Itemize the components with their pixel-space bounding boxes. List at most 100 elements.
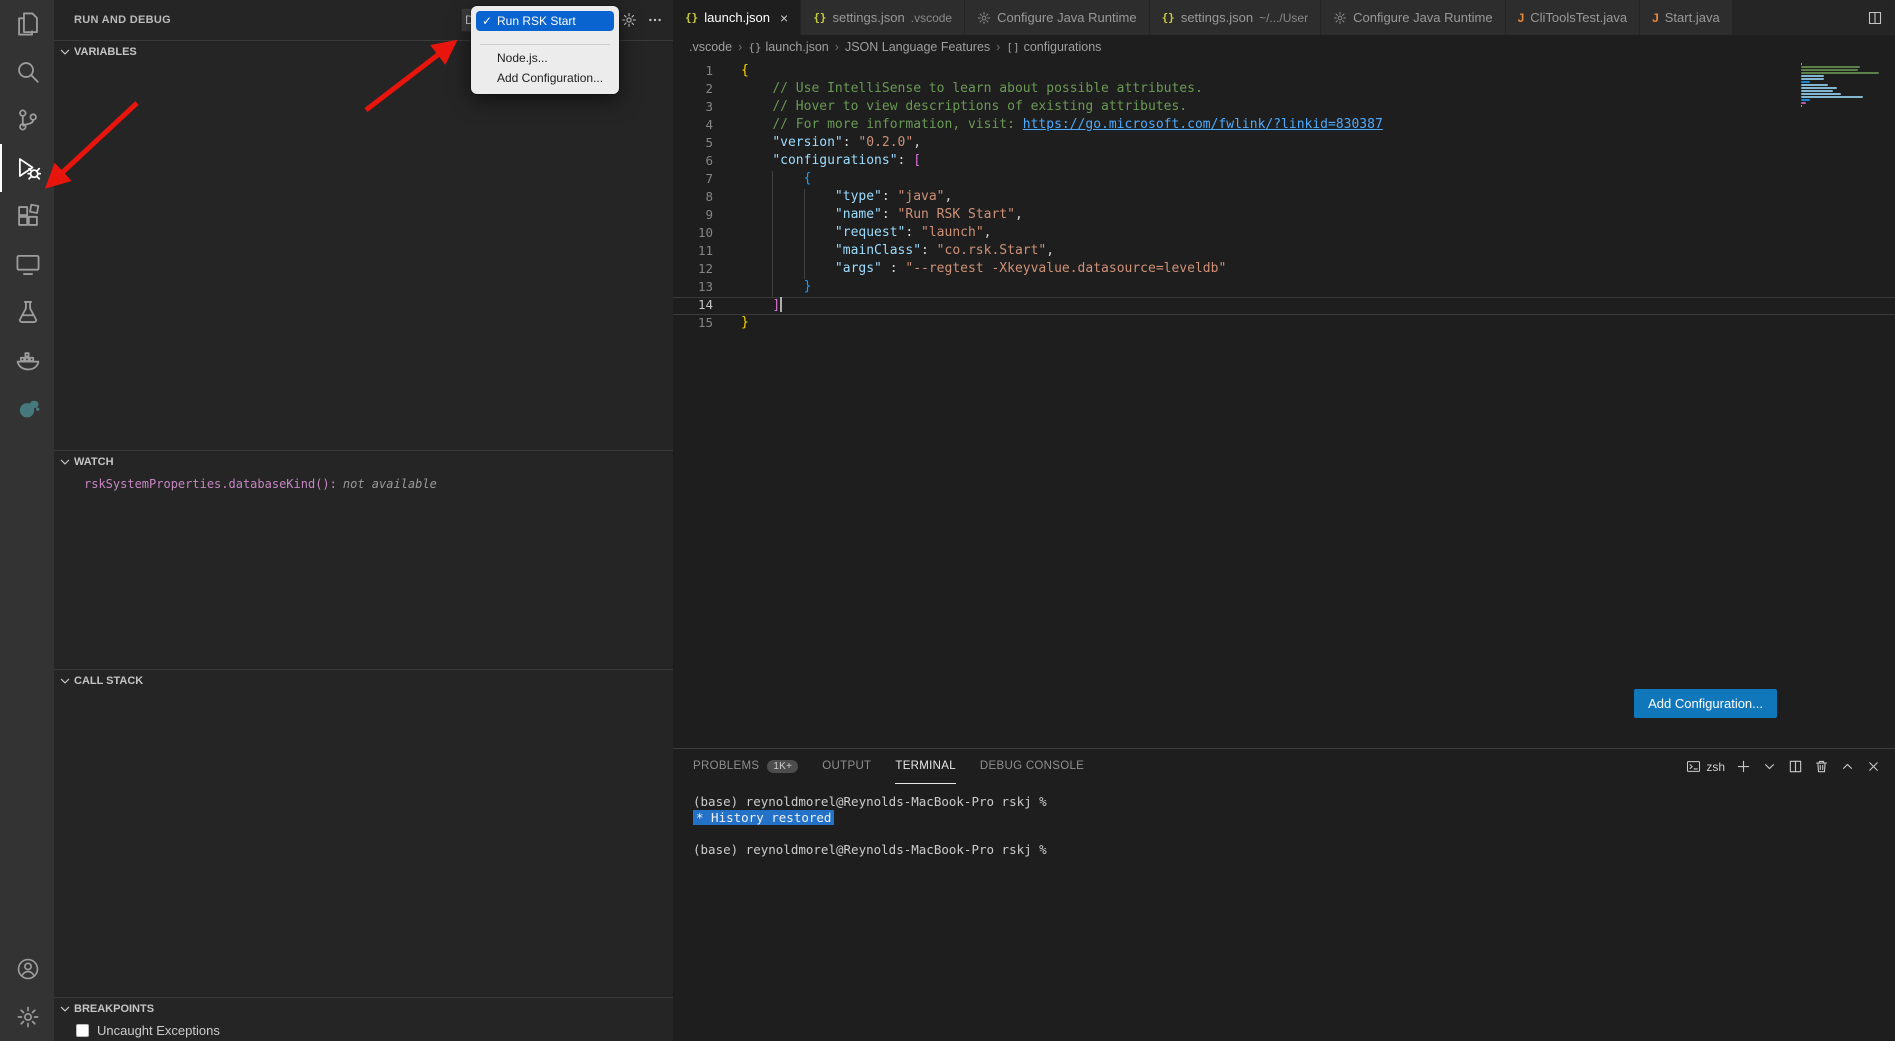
code-line[interactable]: 5 "version": "0.2.0", — [673, 135, 1895, 153]
line-content: "request": "launch", — [741, 225, 991, 243]
line-number[interactable]: 15 — [673, 315, 713, 333]
activitybar-item-search[interactable] — [0, 48, 54, 96]
code-line[interactable]: 6 "configurations": [ — [673, 153, 1895, 171]
section-call-stack-body — [54, 692, 673, 997]
tab-clitoolstest-java[interactable]: JCliToolsTest.java — [1506, 0, 1641, 35]
line-number[interactable]: 7 — [673, 171, 713, 189]
tab-suffix: ~/.../User — [1259, 11, 1308, 25]
panel-tab-output[interactable]: OUTPUT — [822, 749, 871, 784]
activitybar-item-docker[interactable] — [0, 336, 54, 384]
more-actions-icon[interactable] — [647, 12, 663, 28]
activitybar-item-source-control[interactable] — [0, 96, 54, 144]
breakpoint-row[interactable]: Uncaught Exceptions — [76, 1023, 673, 1038]
line-content: ] — [741, 297, 782, 315]
code-line[interactable]: 4 // For more information, visit: https:… — [673, 117, 1895, 135]
tab-start-java[interactable]: JStart.java — [1640, 0, 1733, 35]
line-number[interactable]: 13 — [673, 279, 713, 297]
menu-item-add-configuration---[interactable]: Add Configuration... — [476, 68, 614, 88]
tab-settings-json[interactable]: {}settings.json~/.../User — [1150, 0, 1322, 35]
line-number[interactable]: 9 — [673, 207, 713, 225]
breadcrumb-item--vscode[interactable]: .vscode — [689, 40, 732, 54]
split-terminal-icon[interactable] — [1788, 759, 1803, 774]
minimap-line — [1801, 84, 1828, 86]
code-line[interactable]: 10 "request": "launch", — [673, 225, 1895, 243]
tab-configure-java-runtime[interactable]: Configure Java Runtime — [1321, 0, 1505, 35]
minimap-line — [1801, 102, 1806, 104]
code-line[interactable]: 8 "type": "java", — [673, 189, 1895, 207]
minimap-line — [1801, 105, 1802, 107]
tab-label: settings.json — [832, 10, 904, 25]
panel-tab-terminal[interactable]: TERMINAL — [895, 749, 956, 784]
uncaught-exceptions-checkbox[interactable] — [76, 1024, 89, 1037]
line-number[interactable]: 2 — [673, 81, 713, 99]
code-line[interactable]: 15} — [673, 315, 1895, 333]
panel-tab-problems[interactable]: PROBLEMS1K+ — [693, 749, 798, 784]
tab-settings-json[interactable]: {}settings.json.vscode — [801, 0, 965, 35]
section-variables-label: VARIABLES — [74, 46, 137, 58]
code-line[interactable]: 9 "name": "Run RSK Start", — [673, 207, 1895, 225]
minimap-line — [1801, 75, 1824, 77]
code-line[interactable]: 7 { — [673, 171, 1895, 189]
activitybar-item-accounts[interactable] — [0, 945, 54, 993]
activitybar-item-gradle[interactable] — [0, 384, 54, 432]
panel-tab-debug-console[interactable]: DEBUG CONSOLE — [980, 749, 1084, 784]
breadcrumb: .vscode›{}launch.json›JSON Language Feat… — [673, 35, 1895, 59]
open-launch-json-gear-icon[interactable] — [621, 12, 637, 28]
code-line[interactable]: 1{ — [673, 63, 1895, 81]
close-tab-icon[interactable]: × — [780, 11, 788, 25]
activitybar-item-extensions[interactable] — [0, 192, 54, 240]
activitybar-item-manage[interactable] — [0, 993, 54, 1041]
breadcrumb-item-configurations[interactable]: []configurations — [1006, 40, 1101, 54]
menu-item-run-rsk-start[interactable]: ✓Run RSK Start — [476, 11, 614, 31]
breadcrumb-item-json-language-features[interactable]: JSON Language Features — [845, 40, 990, 54]
activity-bar — [0, 0, 54, 1041]
breadcrumb-item-launch-json[interactable]: {}launch.json — [748, 40, 829, 54]
close-panel-icon[interactable] — [1866, 759, 1881, 774]
line-number[interactable]: 4 — [673, 117, 713, 135]
code-editor[interactable]: 1{2 // Use IntelliSense to learn about p… — [673, 59, 1895, 748]
activitybar-item-run-and-debug[interactable] — [0, 144, 54, 192]
maximize-panel-icon[interactable] — [1840, 759, 1855, 774]
line-number[interactable]: 8 — [673, 189, 713, 207]
line-number[interactable]: 3 — [673, 99, 713, 117]
plus-icon — [1736, 759, 1751, 774]
line-number[interactable]: 1 — [673, 63, 713, 81]
section-watch-header[interactable]: WATCH — [54, 451, 673, 473]
activitybar-item-remote-explorer[interactable] — [0, 240, 54, 288]
new-terminal-icon[interactable] — [1736, 759, 1751, 774]
code-line[interactable]: 11 "mainClass": "co.rsk.Start", — [673, 243, 1895, 261]
split-editor-icon[interactable] — [1867, 10, 1883, 26]
sidebar-title: RUN AND DEBUG — [74, 14, 171, 26]
tab-launch-json[interactable]: {}launch.json× — [673, 0, 801, 35]
breakpoint-label: Uncaught Exceptions — [97, 1023, 220, 1038]
tab-configure-java-runtime[interactable]: Configure Java Runtime — [965, 0, 1149, 35]
add-configuration-button[interactable]: Add Configuration... — [1634, 689, 1777, 718]
code-line[interactable]: 3 // Hover to view descriptions of exist… — [673, 99, 1895, 117]
line-number[interactable]: 6 — [673, 153, 713, 171]
code-line[interactable]: 13 } — [673, 279, 1895, 297]
watch-expression-row[interactable]: rskSystemProperties.databaseKind():not a… — [84, 477, 673, 491]
line-content: // Hover to view descriptions of existin… — [741, 99, 1187, 117]
line-number[interactable]: 11 — [673, 243, 713, 261]
section-breakpoints-body: Uncaught Exceptions — [54, 1020, 673, 1041]
section-breakpoints-header[interactable]: BREAKPOINTS — [54, 998, 673, 1020]
line-content: { — [741, 63, 749, 81]
files-icon — [15, 11, 41, 37]
activitybar-item-testing[interactable] — [0, 288, 54, 336]
terminal-output[interactable]: (base) reynoldmorel@Reynolds-MacBook-Pro… — [673, 784, 1895, 858]
terminal-picker-icon[interactable] — [1762, 759, 1777, 774]
activitybar-item-explorer[interactable] — [0, 0, 54, 48]
line-content: "version": "0.2.0", — [741, 135, 921, 153]
code-line[interactable]: 2 // Use IntelliSense to learn about pos… — [673, 81, 1895, 99]
line-number[interactable]: 10 — [673, 225, 713, 243]
kill-terminal-icon[interactable] — [1814, 759, 1829, 774]
code-line[interactable]: 14 ] — [673, 297, 1895, 315]
line-number[interactable]: 5 — [673, 135, 713, 153]
section-call-stack-header[interactable]: CALL STACK — [54, 670, 673, 692]
minimap[interactable] — [1801, 63, 1881, 108]
menu-item-node-js---[interactable]: Node.js... — [476, 48, 614, 68]
terminal-shell-selector[interactable]: zsh — [1686, 759, 1725, 774]
line-number[interactable]: 14 — [673, 297, 713, 315]
code-line[interactable]: 12 "args" : "--regtest -Xkeyvalue.dataso… — [673, 261, 1895, 279]
line-number[interactable]: 12 — [673, 261, 713, 279]
